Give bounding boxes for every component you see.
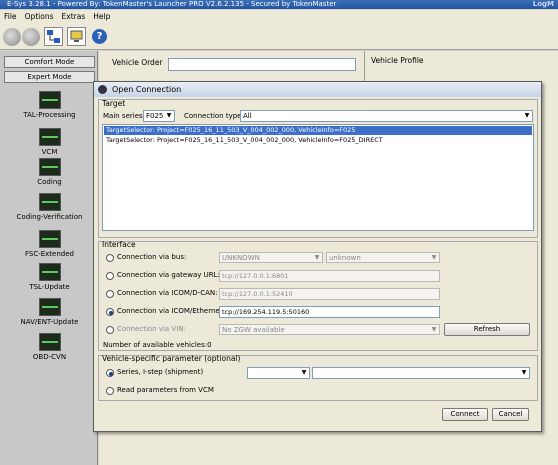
- sidebar-item-label: TAL-Processing: [23, 111, 76, 119]
- read-vcm-radio[interactable]: [106, 387, 114, 395]
- ecu-icon: [38, 193, 61, 211]
- menu-bar: File Options Extras Help: [0, 10, 558, 24]
- bus-type-value: unknown: [329, 254, 361, 262]
- gateway-url-field[interactable]: tcp://127.0.0.1:6801: [219, 270, 440, 282]
- sidebar-item-label: VCM: [41, 148, 58, 156]
- ecu-icon: [38, 230, 61, 248]
- series-select[interactable]: ▼: [247, 367, 310, 379]
- sidebar-item-label: NAV/ENT-Update: [20, 318, 79, 326]
- open-connection-dialog: Open Connection Target Main series: F025…: [93, 81, 542, 432]
- bus-select-value: UNKNOWN: [222, 254, 260, 262]
- menu-file[interactable]: File: [0, 12, 21, 21]
- main-series-label: Main series:: [103, 112, 146, 120]
- vehicle-parameter-label: Vehicle-specific parameter (optional): [102, 354, 241, 363]
- icom-ethernet-radio[interactable]: [106, 308, 114, 316]
- menu-help[interactable]: Help: [89, 12, 114, 21]
- sidebar: Comfort Mode Expert Mode TAL-Processing …: [0, 51, 98, 465]
- comfort-mode-button[interactable]: Comfort Mode: [4, 56, 95, 68]
- vin-label: Connection via VIN:: [117, 325, 186, 333]
- brand-label: LogM: [532, 0, 554, 8]
- gateway-label: Connection via gateway URL:: [117, 271, 220, 279]
- ecu-icon: [38, 128, 61, 146]
- target-group-label: Target: [102, 99, 126, 108]
- disconnect-icon[interactable]: [67, 27, 86, 46]
- chevron-down-icon: ▼: [166, 112, 172, 119]
- interface-group-label: Interface: [102, 240, 136, 249]
- ecu-icon: [38, 333, 61, 351]
- sidebar-item-label: OBD-CVN: [32, 353, 67, 361]
- bus-radio[interactable]: [106, 254, 114, 262]
- chevron-down-icon: ▼: [524, 112, 530, 119]
- back-icon[interactable]: [3, 28, 21, 46]
- bus-type-select[interactable]: unknown ▼: [326, 252, 440, 263]
- vehicle-order-label: Vehicle Order: [112, 58, 163, 67]
- app-icon: [98, 85, 107, 94]
- ecu-icon: [38, 263, 61, 281]
- target-row[interactable]: TargetSelector: Project=F025_16_11_503_V…: [104, 136, 532, 145]
- series-radio[interactable]: [106, 369, 114, 377]
- refresh-button[interactable]: Refresh: [444, 323, 530, 336]
- cancel-button[interactable]: Cancel: [492, 408, 529, 421]
- icom-dcan-radio[interactable]: [106, 290, 114, 298]
- sidebar-item-label: FSC-Extended: [24, 250, 74, 258]
- chevron-down-icon: ▼: [301, 369, 307, 376]
- read-vcm-label: Read parameters from VCM: [117, 386, 214, 394]
- vin-select[interactable]: No ZGW available ▼: [219, 324, 440, 335]
- dialog-title: Open Connection: [112, 85, 182, 94]
- icom-ethernet-label: Connection via ICOM/Ethernet:: [117, 307, 225, 315]
- connect-button[interactable]: Connect: [442, 408, 488, 421]
- bus-label: Connection via bus:: [117, 253, 187, 261]
- main-series-select[interactable]: F025 ▼: [143, 110, 175, 122]
- gateway-radio[interactable]: [106, 272, 114, 280]
- sidebar-item-obd-cvn[interactable]: OBD-CVN: [4, 331, 95, 375]
- menu-options[interactable]: Options: [21, 12, 58, 21]
- vin-radio[interactable]: [106, 326, 114, 334]
- series-label: Series, I-step (shipment): [117, 368, 204, 376]
- istep-select[interactable]: ▼: [312, 367, 530, 379]
- chevron-down-icon: ▼: [314, 254, 320, 261]
- ecu-icon: [38, 91, 61, 109]
- target-row[interactable]: TargetSelector: Project=F025_16_11_503_V…: [104, 126, 532, 135]
- sidebar-item-label: Coding-Verification: [16, 213, 83, 221]
- dialog-title-bar: Open Connection: [94, 82, 541, 97]
- vehicle-order-input[interactable]: [168, 58, 356, 71]
- main-series-value: F025: [146, 112, 164, 120]
- forward-icon[interactable]: [22, 28, 40, 46]
- icom-dcan-label: Connection via ICOM/D-CAN:: [117, 289, 218, 297]
- chevron-down-icon: ▼: [521, 369, 527, 376]
- available-vehicles-text: Number of available vehicles:0: [103, 341, 212, 349]
- ecu-icon: [38, 158, 61, 176]
- bus-select[interactable]: UNKNOWN ▼: [219, 252, 323, 263]
- connection-type-label: Connection type:: [184, 112, 244, 120]
- help-icon[interactable]: ?: [92, 29, 107, 44]
- chevron-down-icon: ▼: [431, 254, 437, 261]
- target-list: TargetSelector: Project=F025_16_11_503_V…: [102, 124, 534, 231]
- panel-divider: [364, 51, 365, 81]
- connection-type-value: All: [243, 112, 252, 120]
- vin-select-value: No ZGW available: [222, 326, 285, 334]
- chevron-down-icon: ▼: [431, 326, 437, 333]
- window-title: E-Sys 3.28.1 - Powered By: TokenMaster's…: [7, 0, 337, 8]
- vehicle-profile-label: Vehicle Profile: [371, 56, 424, 65]
- connect-icon[interactable]: [44, 27, 63, 46]
- menu-extras[interactable]: Extras: [58, 12, 90, 21]
- connection-type-select[interactable]: All ▼: [240, 110, 533, 122]
- icom-ethernet-field[interactable]: tcp://169.254.119.5:50160: [219, 306, 440, 318]
- toolbar: ?: [0, 24, 558, 50]
- sidebar-item-label: Coding: [37, 178, 62, 186]
- window-title-bar: E-Sys 3.28.1 - Powered By: TokenMaster's…: [0, 0, 558, 9]
- icom-dcan-field[interactable]: tcp://127.0.0.1:52410: [219, 288, 440, 300]
- expert-mode-button[interactable]: Expert Mode: [4, 71, 95, 83]
- sidebar-item-label: TSL-Update: [29, 283, 70, 291]
- ecu-icon: [38, 298, 61, 316]
